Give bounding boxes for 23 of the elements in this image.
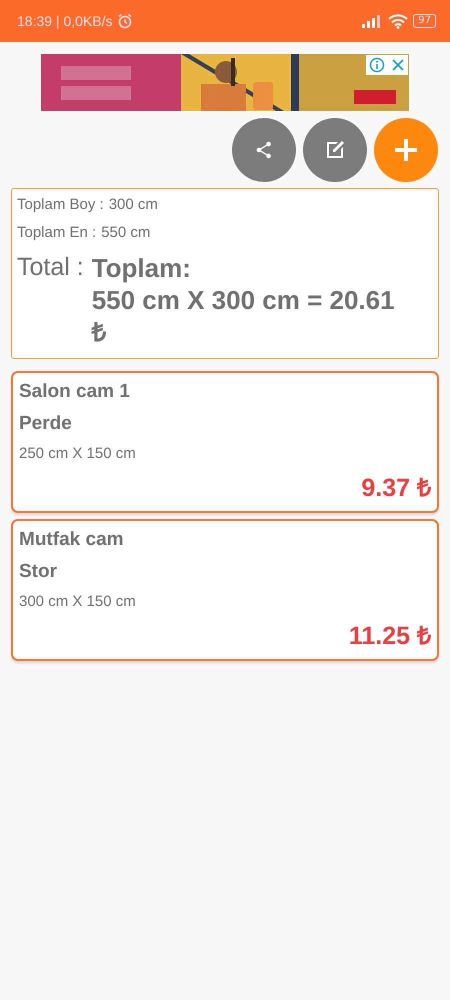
item-type: Stor: [19, 561, 58, 583]
item-name: Mutfak cam: [19, 529, 125, 551]
close-icon[interactable]: [391, 58, 405, 72]
item-size: 250 cm X 150 cm: [19, 445, 137, 462]
item-size: 300 cm X 150 cm: [19, 593, 137, 610]
summary-label: Toplam En :: [17, 224, 96, 241]
alarm-clock-icon: [117, 13, 134, 29]
total-value: 550 cm X 300 cm = 20.61 ₺: [92, 284, 396, 348]
status-time: 18:39 | 0,0KB/s: [17, 13, 112, 29]
total-label: Total :: [17, 252, 84, 282]
item-price: 11.25 ₺: [348, 621, 431, 651]
item-card[interactable]: Salon cam 1 Perde 250 cm X 150 cm 9.37 ₺: [11, 371, 439, 513]
summary-value: 550 cm: [101, 224, 150, 241]
item-card[interactable]: Mutfak cam Stor 300 cm X 150 cm 11.25 ₺: [11, 519, 439, 661]
item-name: Salon cam 1: [19, 381, 131, 403]
summary-value: 300 cm: [108, 196, 158, 213]
item-type: Perde: [19, 413, 73, 435]
wifi-icon: [388, 14, 408, 28]
battery-indicator: 97: [413, 14, 436, 28]
summary-label: Toplam Boy :: [17, 196, 104, 213]
item-price: 9.37 ₺: [361, 473, 431, 503]
total-heading: Toplam:: [92, 252, 192, 284]
info-icon[interactable]: [369, 57, 385, 73]
